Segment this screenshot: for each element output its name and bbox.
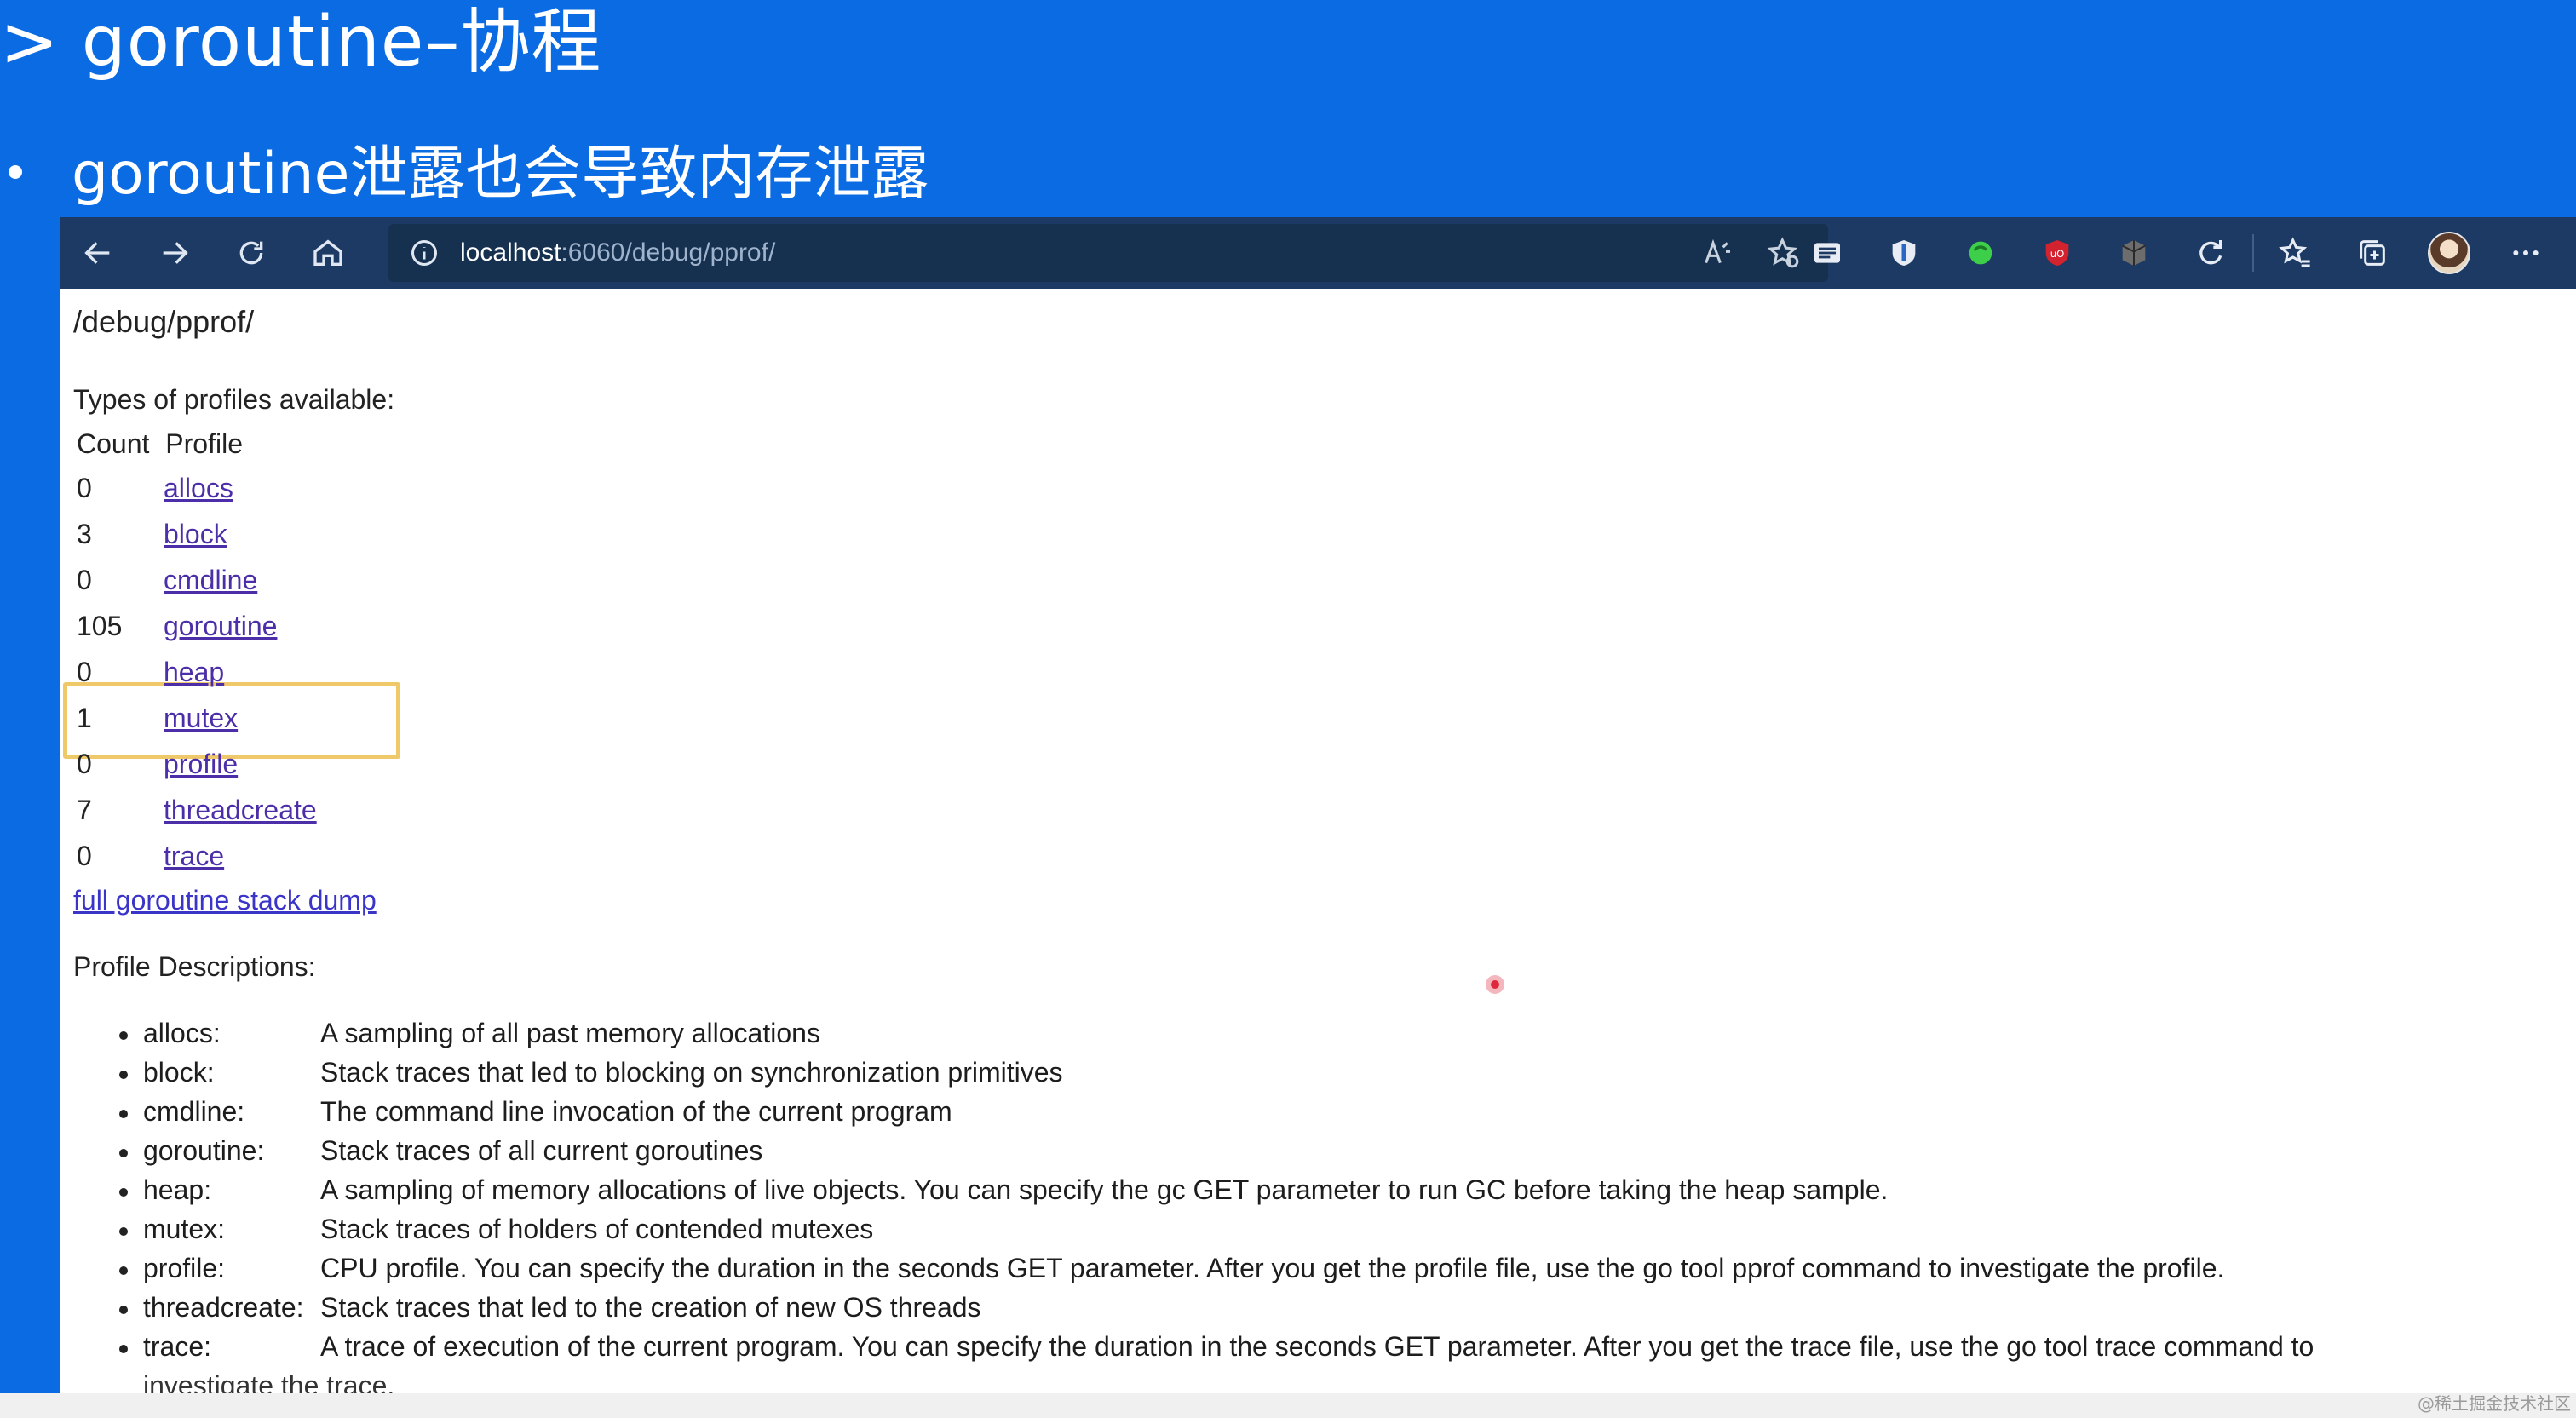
- bullet-icon: [119, 1031, 128, 1040]
- bullet-icon: [119, 1149, 128, 1157]
- profile-count: 0: [77, 565, 92, 595]
- profile-count: 7: [77, 795, 92, 825]
- profile-count: 0: [77, 841, 92, 871]
- profile-count: 0: [77, 473, 92, 503]
- bullet-icon: [119, 1306, 128, 1314]
- info-icon[interactable]: [409, 238, 440, 268]
- profile-count: 105: [77, 611, 123, 641]
- bullet-icon: [119, 1188, 128, 1197]
- bullet-icon: [119, 1345, 128, 1353]
- toolbar-divider: [2252, 234, 2254, 272]
- desc-name: cmdline:: [143, 1096, 245, 1127]
- reader-extension-icon[interactable]: [1789, 217, 1866, 289]
- bullet-icon: [119, 1071, 128, 1079]
- ublock-extension-icon[interactable]: uO: [2019, 217, 2096, 289]
- desc-name: allocs:: [143, 1018, 221, 1048]
- page-content: /debug/pprof/ Types of profiles availabl…: [63, 289, 2576, 1418]
- desc-text: A sampling of all past memory allocation…: [320, 1018, 820, 1048]
- favorites-icon[interactable]: [2257, 217, 2334, 289]
- browser-window: localhost:6060/debug/pprof/ uO /debug/p…: [60, 217, 2576, 1418]
- pointer-cursor-icon: [1486, 975, 1504, 994]
- full-goroutine-dump-link[interactable]: full goroutine stack dump: [73, 885, 377, 916]
- svg-text:uO: uO: [2050, 248, 2065, 260]
- browser-toolbar: localhost:6060/debug/pprof/ uO: [60, 217, 2576, 289]
- desc-text: Stack traces that led to blocking on syn…: [320, 1057, 1063, 1088]
- extension-icons: uO: [1789, 217, 2576, 289]
- desc-text: A trace of execution of the current prog…: [320, 1331, 2314, 1362]
- desc-text: Stack traces of holders of contended mut…: [320, 1214, 874, 1244]
- watermark: @稀土掘金技术社区: [2418, 1393, 2571, 1414]
- shield-extension-icon[interactable]: [1866, 217, 1942, 289]
- avatar: [2428, 232, 2470, 274]
- sync-extension-icon[interactable]: [2172, 217, 2249, 289]
- desc-name: profile:: [143, 1253, 226, 1283]
- profile-avatar[interactable]: [2411, 217, 2487, 289]
- profile-count: 1: [77, 703, 92, 733]
- profile-link-mutex[interactable]: mutex: [164, 703, 238, 734]
- collections-icon[interactable]: [2334, 217, 2411, 289]
- desc-text: Stack traces of all current goroutines: [320, 1135, 763, 1166]
- page-heading: /debug/pprof/: [73, 304, 255, 339]
- table-header: Count Profile: [77, 428, 243, 460]
- profile-link-goroutine[interactable]: goroutine: [164, 611, 277, 642]
- desc-name: heap:: [143, 1174, 212, 1205]
- slide-title: > goroutine–协程: [0, 0, 601, 86]
- desc-name: mutex:: [143, 1214, 226, 1244]
- desc-name: trace:: [143, 1331, 212, 1362]
- col-count-header: Count: [77, 428, 150, 459]
- slide-title-prefix: >: [0, 2, 60, 83]
- profile-count: 0: [77, 657, 92, 687]
- home-icon[interactable]: [290, 217, 366, 289]
- profile-count: 3: [77, 519, 92, 549]
- profile-link-allocs[interactable]: allocs: [164, 473, 233, 504]
- desc-name: goroutine:: [143, 1135, 265, 1166]
- desc-name: threadcreate:: [143, 1292, 304, 1323]
- back-icon[interactable]: [60, 217, 136, 289]
- slide-title-text: goroutine–协程: [81, 2, 602, 83]
- profile-link-threadcreate[interactable]: threadcreate: [164, 795, 317, 826]
- descriptions-title: Profile Descriptions:: [73, 951, 316, 982]
- bottom-strip: @稀土掘金技术社区: [0, 1393, 2576, 1418]
- profile-link-heap[interactable]: heap: [164, 657, 224, 688]
- address-bar[interactable]: localhost:6060/debug/pprof/: [388, 224, 1828, 282]
- slide-bullet-text: goroutine泄露也会导致内存泄露: [72, 141, 929, 208]
- bullet-icon: [119, 1227, 128, 1236]
- url-host: localhost: [460, 238, 561, 267]
- profile-link-trace[interactable]: trace: [164, 841, 224, 872]
- bullet-icon: [119, 1110, 128, 1118]
- read-aloud-icon[interactable]: [1700, 236, 1734, 270]
- bullet-icon: [119, 1266, 128, 1275]
- slide-bullet: goroutine泄露也会导致内存泄露: [0, 126, 929, 210]
- col-profile-header: Profile: [165, 428, 243, 459]
- desc-text: CPU profile. You can specify the duratio…: [320, 1253, 2225, 1283]
- types-label: Types of profiles available:: [73, 384, 395, 415]
- cube-extension-icon[interactable]: [2096, 217, 2172, 289]
- bullet-dot-icon: [9, 165, 22, 180]
- profile-count: 0: [77, 749, 92, 779]
- forward-icon[interactable]: [136, 217, 213, 289]
- desc-text: The command line invocation of the curre…: [320, 1096, 952, 1127]
- url-path: :6060/debug/pprof/: [561, 238, 776, 267]
- desc-text: A sampling of memory allocations of live…: [320, 1174, 1889, 1205]
- profile-link-cmdline[interactable]: cmdline: [164, 565, 257, 596]
- desc-text: Stack traces that led to the creation of…: [320, 1292, 981, 1323]
- refresh-icon[interactable]: [213, 217, 290, 289]
- profile-link-block[interactable]: block: [164, 519, 227, 550]
- desc-name: block:: [143, 1057, 215, 1088]
- profile-link-profile[interactable]: profile: [164, 749, 238, 780]
- evernote-extension-icon[interactable]: [1942, 217, 2019, 289]
- more-icon[interactable]: [2487, 217, 2564, 289]
